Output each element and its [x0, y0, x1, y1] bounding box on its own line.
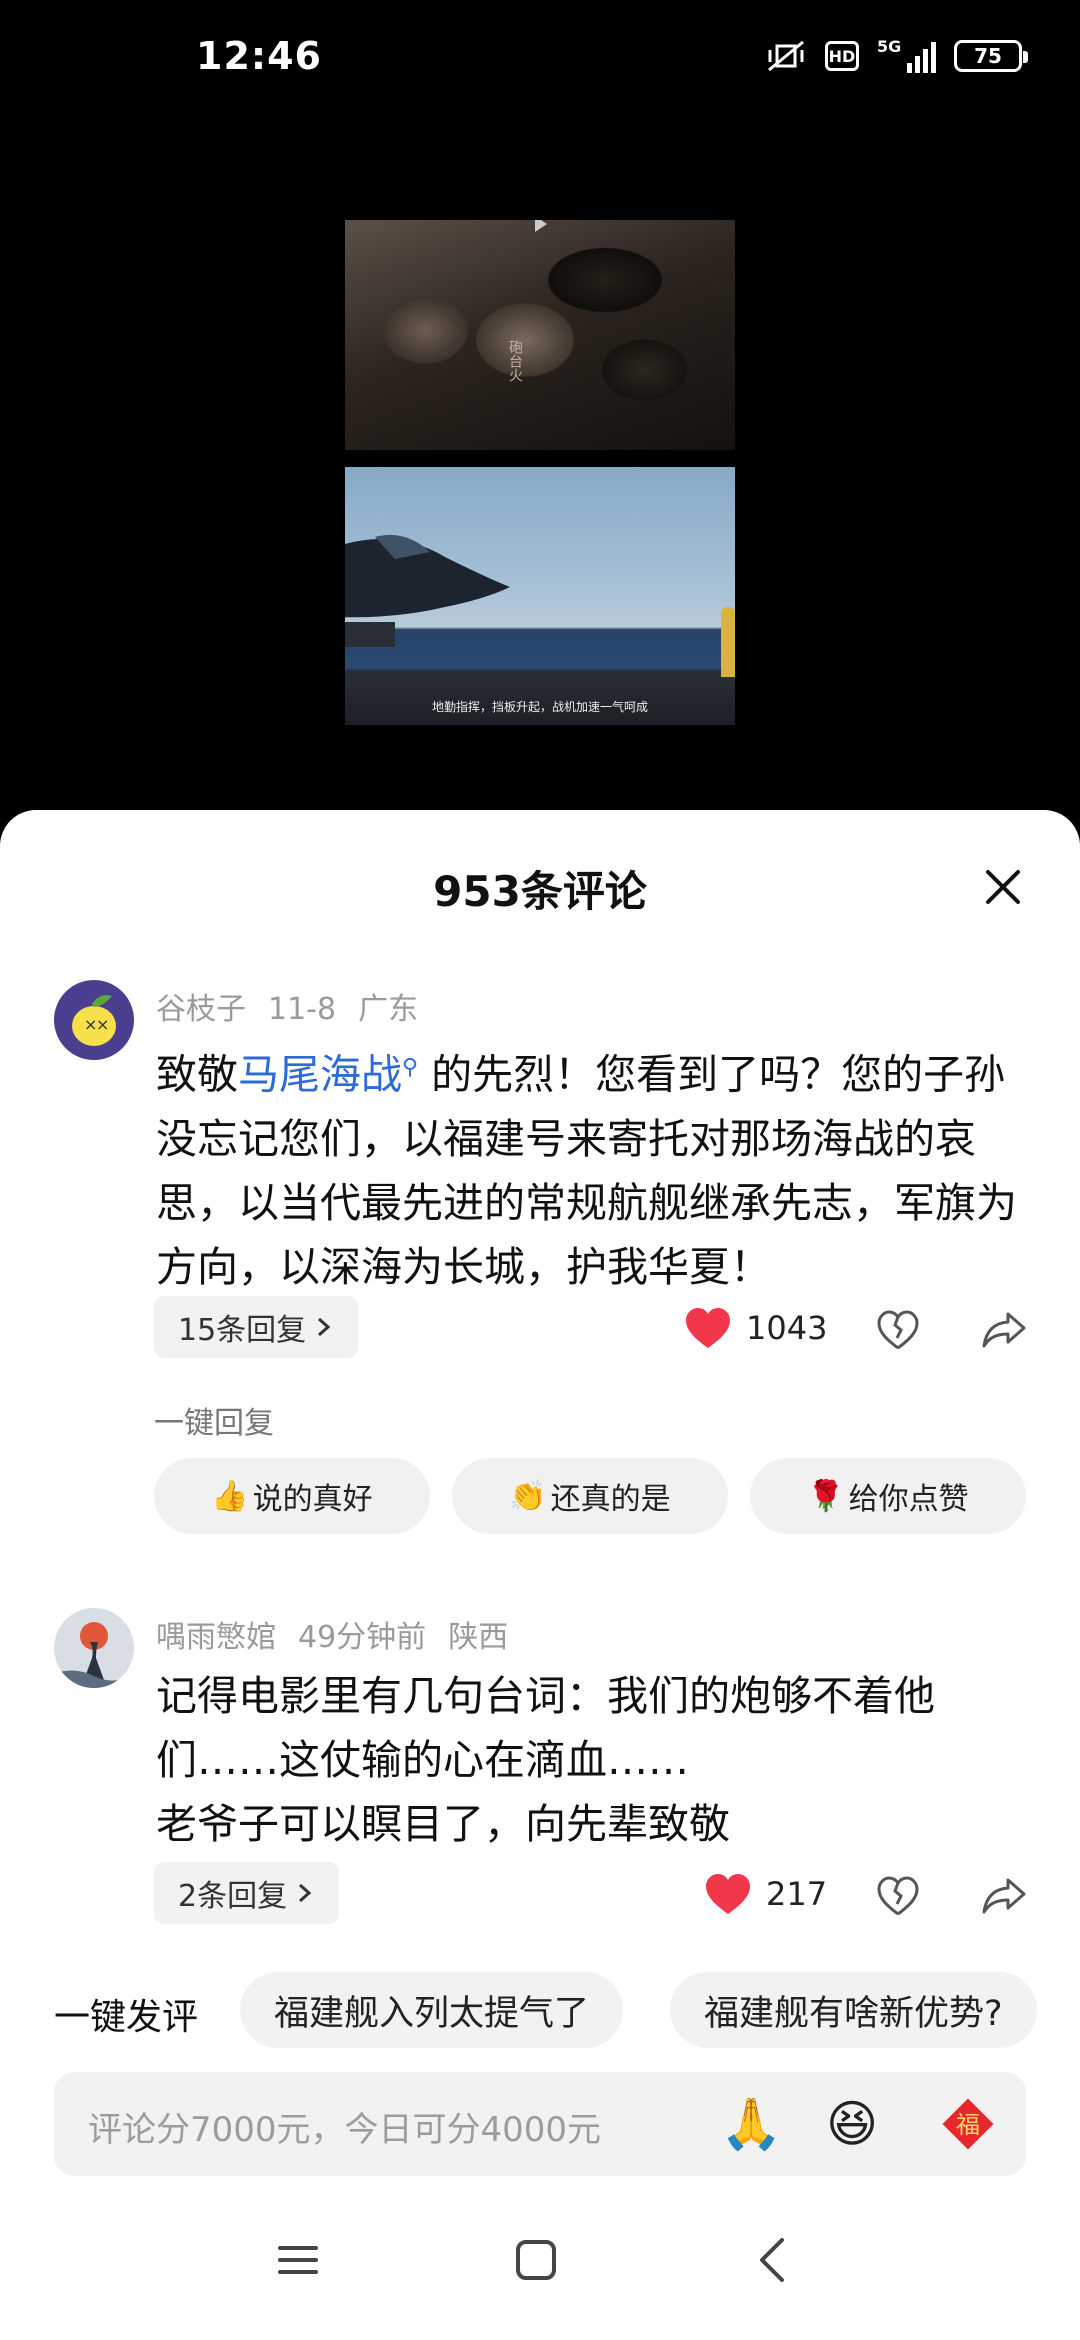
status-time: 12:46 [196, 34, 322, 78]
comment-location: 陕西 [448, 1620, 509, 1655]
share-icon[interactable] [980, 1874, 1028, 1918]
quick-reply-label: 一键回复 [154, 1406, 274, 1441]
ink-figure-avatar-icon [54, 1608, 134, 1688]
quick-post-suggestion[interactable]: 福建舰有啥新优势? [670, 1972, 1037, 2048]
jet-nose-image [345, 534, 510, 647]
quick-reply-text: 给你点赞 [848, 1482, 969, 1517]
fu-blessing-icon[interactable]: 福 [940, 2096, 996, 2152]
comments-count-title: 953条评论 [433, 867, 647, 916]
lemon-avatar-icon: × × [54, 980, 134, 1060]
video-player[interactable]: 砲台火 地勤指挥，挡板升起，战机加速一气呵成 [0, 120, 1080, 810]
comments-sheet: 953条评论 × × 谷枝子 11-8 广东 致敬马尾海战⚲ 的先烈！您看到了吗？您… [0, 810, 1080, 2340]
view-replies-button[interactable]: 2条回复 [154, 1862, 340, 1924]
comment-text-prefix: 致敬 [156, 1050, 238, 1099]
play-indicator-icon [535, 220, 547, 232]
quick-post-suggestion[interactable]: 福建舰入列太提气了 [240, 1972, 624, 2048]
pray-emoji-icon[interactable]: 🙏 [720, 2096, 782, 2152]
comment-location: 广东 [358, 992, 419, 1027]
comment-meta: 谷枝子 11-8 广东 [156, 984, 440, 1028]
svg-text:×: × [96, 1015, 109, 1034]
menu-icon[interactable] [258, 2220, 338, 2300]
deck-crew-figure [721, 607, 735, 677]
clapping-hands-icon: 👏 [509, 1478, 547, 1514]
quick-reply-text: 还真的是 [550, 1482, 671, 1517]
comment-username[interactable]: 喁雨慜婠 [156, 1620, 276, 1655]
share-icon[interactable] [980, 1308, 1028, 1352]
comment-meta: 喁雨慜婠 49分钟前 陕西 [156, 1612, 530, 1656]
avatar[interactable] [54, 1608, 134, 1688]
system-nav-bar [0, 2220, 1080, 2340]
network-type: 5G [877, 37, 902, 56]
status-bar: 12:46 HD 5G 75 [0, 0, 1080, 120]
replies-label: 2条回复 [178, 1879, 288, 1914]
comment-input-placeholder: 评论分7000元，今日可分4000元 [88, 2110, 602, 2150]
comment-text: 记得电影里有几句台词：我们的炮够不着他们……这仗输的心在滴血…… 老爷子可以瞑目… [156, 1672, 935, 1848]
chevron-right-icon [299, 1883, 312, 1903]
battery-icon: 75 [954, 40, 1028, 72]
video-frame-jet: 地勤指挥，挡板升起，战机加速一气呵成 [345, 467, 735, 725]
video-subtitle: 地勤指挥，挡板升起，战机加速一气呵成 [431, 700, 648, 714]
back-icon[interactable] [734, 2220, 814, 2300]
fu-char: 福 [956, 2111, 980, 2139]
quick-post-label: 一键发评 [54, 1997, 199, 2038]
status-icons: HD 5G 75 [765, 37, 1028, 74]
broken-heart-icon[interactable] [876, 1874, 920, 1918]
like-button[interactable]: 217 [704, 1872, 827, 1916]
close-icon[interactable] [978, 862, 1028, 912]
signal-strength-icon: 5G [877, 37, 936, 73]
like-count: 1043 [746, 1309, 828, 1347]
laughing-emoji-icon[interactable]: 😆 [826, 2096, 878, 2152]
home-square-icon[interactable] [496, 2220, 576, 2300]
quick-reply-text: 说的真好 [252, 1482, 373, 1517]
quick-reply-option[interactable]: 🌹 给你点赞 [750, 1458, 1026, 1534]
hd-badge: HD [825, 41, 859, 71]
comment-date: 11-8 [268, 992, 337, 1027]
quick-reply-option[interactable]: 👏 还真的是 [452, 1458, 728, 1534]
quick-reply-option[interactable]: 👍 说的真好 [154, 1458, 430, 1534]
rose-icon: 🌹 [807, 1478, 845, 1514]
replies-label: 15条回复 [178, 1313, 307, 1348]
battery-level: 75 [974, 44, 1002, 68]
jar-label: 砲台火 [507, 340, 523, 382]
comment-input[interactable]: 评论分7000元，今日可分4000元 🙏 😆 福 [54, 2072, 1026, 2176]
video-frame-jars: 砲台火 [345, 220, 735, 450]
thumbs-up-icon: 👍 [211, 1478, 249, 1514]
heart-filled-icon [686, 1308, 730, 1348]
like-count: 217 [766, 1875, 828, 1913]
heart-filled-icon [706, 1874, 750, 1914]
mute-vibrate-icon [768, 40, 804, 72]
view-replies-button[interactable]: 15条回复 [154, 1296, 359, 1358]
comment-date: 49分钟前 [298, 1620, 427, 1655]
avatar[interactable]: × × [54, 980, 134, 1060]
like-button[interactable]: 1043 [684, 1306, 827, 1350]
chevron-right-icon [318, 1317, 331, 1337]
comment-username[interactable]: 谷枝子 [156, 992, 246, 1027]
comment-text: 致敬马尾海战⚲ 的先烈！您看到了吗？您的子孙没忘记您们，以福建号来寄托对那场海战… [156, 1036, 1036, 1299]
broken-heart-icon[interactable] [876, 1308, 920, 1352]
search-icon: ⚲ [402, 1055, 419, 1080]
topic-link[interactable]: 马尾海战 [238, 1051, 402, 1099]
